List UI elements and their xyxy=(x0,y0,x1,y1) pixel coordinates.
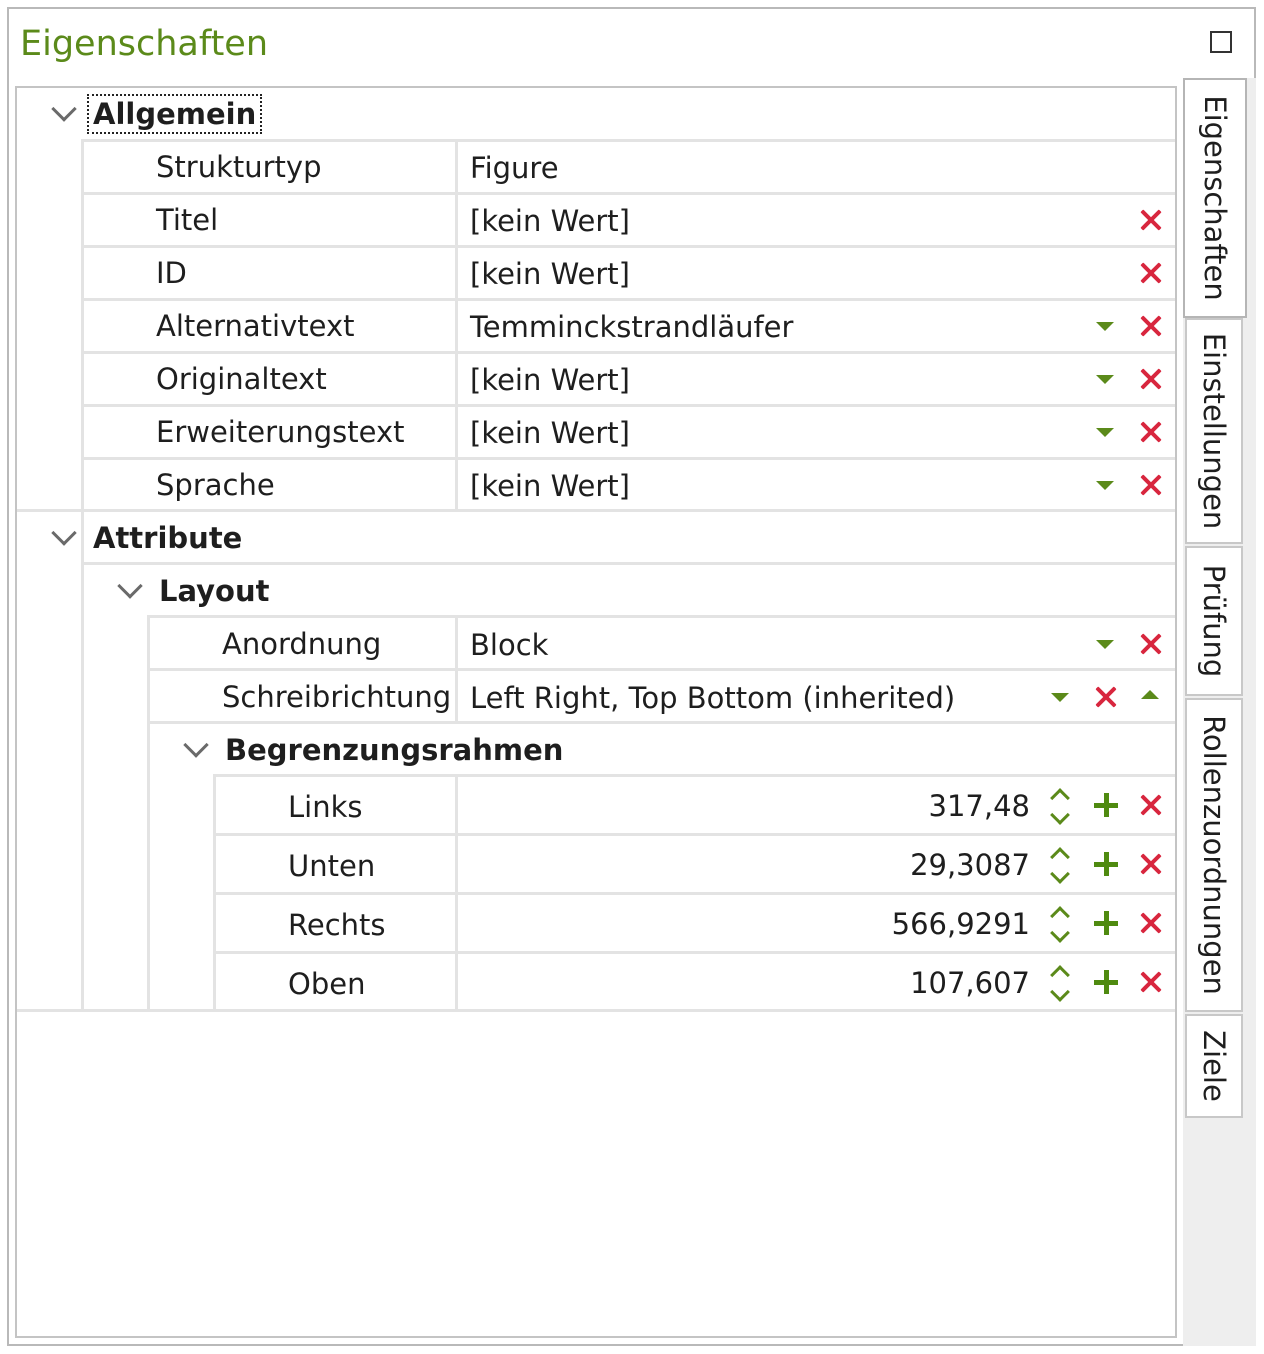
indent-gutter-line xyxy=(81,139,84,1009)
chevron-down-icon[interactable] xyxy=(51,96,77,122)
column-divider xyxy=(455,139,458,509)
property-grid: Allgemein Strukturtyp Figure Titel [kein… xyxy=(15,86,1177,1338)
tab-rollenzuordnungen[interactable]: Rollenzuordnungen xyxy=(1185,698,1243,1012)
delete-x-icon[interactable] xyxy=(1140,633,1162,655)
delete-x-icon[interactable] xyxy=(1140,209,1162,231)
indent-gutter-line xyxy=(147,615,150,1009)
property-value-rechts[interactable]: 566,9291 xyxy=(470,898,1030,951)
tab-pruefung[interactable]: Prüfung xyxy=(1185,546,1243,696)
property-value-sprache[interactable]: [kein Wert] xyxy=(470,460,630,513)
delete-x-icon[interactable] xyxy=(1140,315,1162,337)
property-label-oben: Oben xyxy=(288,967,366,1001)
column-divider xyxy=(455,615,458,721)
property-value-titel[interactable]: [kein Wert] xyxy=(470,195,630,248)
tab-label: Prüfung xyxy=(1197,564,1231,678)
tab-ziele[interactable]: Ziele xyxy=(1185,1014,1243,1118)
spinner-down-icon[interactable] xyxy=(1050,923,1070,943)
property-label-sprache: Sprache xyxy=(156,468,275,502)
property-value-strukturtyp[interactable]: Figure xyxy=(470,142,559,195)
row-divider xyxy=(213,833,1175,836)
tab-label: Ziele xyxy=(1197,1030,1231,1102)
row-divider xyxy=(213,892,1175,895)
property-label-alternativtext: Alternativtext xyxy=(156,309,355,343)
property-value-alternativtext[interactable]: Temminckstrandläufer xyxy=(470,301,793,354)
collapse-up-icon[interactable] xyxy=(1141,690,1159,699)
spinner-down-icon[interactable] xyxy=(1050,982,1070,1002)
property-value-erweiterungstext[interactable]: [kein Wert] xyxy=(470,407,630,460)
delete-x-icon[interactable] xyxy=(1140,421,1162,443)
tab-label: Rollenzuordnungen xyxy=(1197,715,1231,995)
delete-x-icon[interactable] xyxy=(1140,262,1162,284)
section-header-layout[interactable]: Layout xyxy=(159,565,270,618)
chevron-down-icon[interactable] xyxy=(117,573,143,599)
tab-eigenschaften[interactable]: Eigenschaften xyxy=(1183,78,1247,318)
dropdown-arrow-icon[interactable] xyxy=(1096,322,1114,331)
chevron-down-icon[interactable] xyxy=(183,732,209,758)
row-divider xyxy=(213,774,1175,777)
section-header-attribute[interactable]: Attribute xyxy=(93,512,242,565)
row-divider xyxy=(213,951,1175,954)
section-header-allgemein[interactable]: Allgemein xyxy=(86,88,263,141)
delete-x-icon[interactable] xyxy=(1095,686,1117,708)
panel-title: Eigenschaften xyxy=(20,24,269,64)
property-value-id[interactable]: [kein Wert] xyxy=(470,248,630,301)
property-value-originaltext[interactable]: [kein Wert] xyxy=(470,354,630,407)
property-label-originaltext: Originaltext xyxy=(156,362,327,396)
row-divider xyxy=(17,1009,1175,1012)
plus-icon[interactable] xyxy=(1094,852,1118,876)
property-value-anordnung[interactable]: Block xyxy=(470,619,548,672)
property-label-strukturtyp: Strukturtyp xyxy=(156,150,322,184)
dropdown-arrow-icon[interactable] xyxy=(1096,481,1114,490)
property-value-unten[interactable]: 29,3087 xyxy=(470,839,1030,892)
property-label-rechts: Rechts xyxy=(288,908,386,942)
delete-x-icon[interactable] xyxy=(1140,794,1162,816)
dropdown-arrow-icon[interactable] xyxy=(1096,375,1114,384)
property-label-id: ID xyxy=(156,256,187,290)
chevron-down-icon[interactable] xyxy=(51,520,77,546)
plus-icon[interactable] xyxy=(1094,793,1118,817)
maximize-icon[interactable] xyxy=(1210,31,1232,53)
property-value-schreibrichtung[interactable]: Left Right, Top Bottom (inherited) xyxy=(470,672,955,725)
section-header-label: Allgemein xyxy=(86,94,263,134)
property-label-erweiterungstext: Erweiterungstext xyxy=(156,415,405,449)
property-label-unten: Unten xyxy=(288,849,376,883)
delete-x-icon[interactable] xyxy=(1140,912,1162,934)
plus-icon[interactable] xyxy=(1094,970,1118,994)
dropdown-arrow-icon[interactable] xyxy=(1096,640,1114,649)
property-label-anordnung: Anordnung xyxy=(222,627,382,661)
property-label-links: Links xyxy=(288,790,363,824)
dropdown-arrow-icon[interactable] xyxy=(1096,428,1114,437)
delete-x-icon[interactable] xyxy=(1140,853,1162,875)
spinner-down-icon[interactable] xyxy=(1050,864,1070,884)
section-header-begrenzungsrahmen[interactable]: Begrenzungsrahmen xyxy=(225,724,563,777)
property-label-titel: Titel xyxy=(156,203,219,237)
plus-icon[interactable] xyxy=(1094,911,1118,935)
spinner-down-icon[interactable] xyxy=(1050,805,1070,825)
property-value-oben[interactable]: 107,607 xyxy=(470,957,1030,1010)
dropdown-arrow-icon[interactable] xyxy=(1051,693,1069,702)
property-value-links[interactable]: 317,48 xyxy=(470,780,1030,833)
tab-label: Einstellungen xyxy=(1197,332,1231,530)
delete-x-icon[interactable] xyxy=(1140,368,1162,390)
delete-x-icon[interactable] xyxy=(1140,474,1162,496)
tab-einstellungen[interactable]: Einstellungen xyxy=(1185,318,1243,544)
delete-x-icon[interactable] xyxy=(1140,971,1162,993)
property-label-schreibrichtung: Schreibrichtung xyxy=(222,680,452,714)
tab-label: Eigenschaften xyxy=(1198,95,1232,301)
